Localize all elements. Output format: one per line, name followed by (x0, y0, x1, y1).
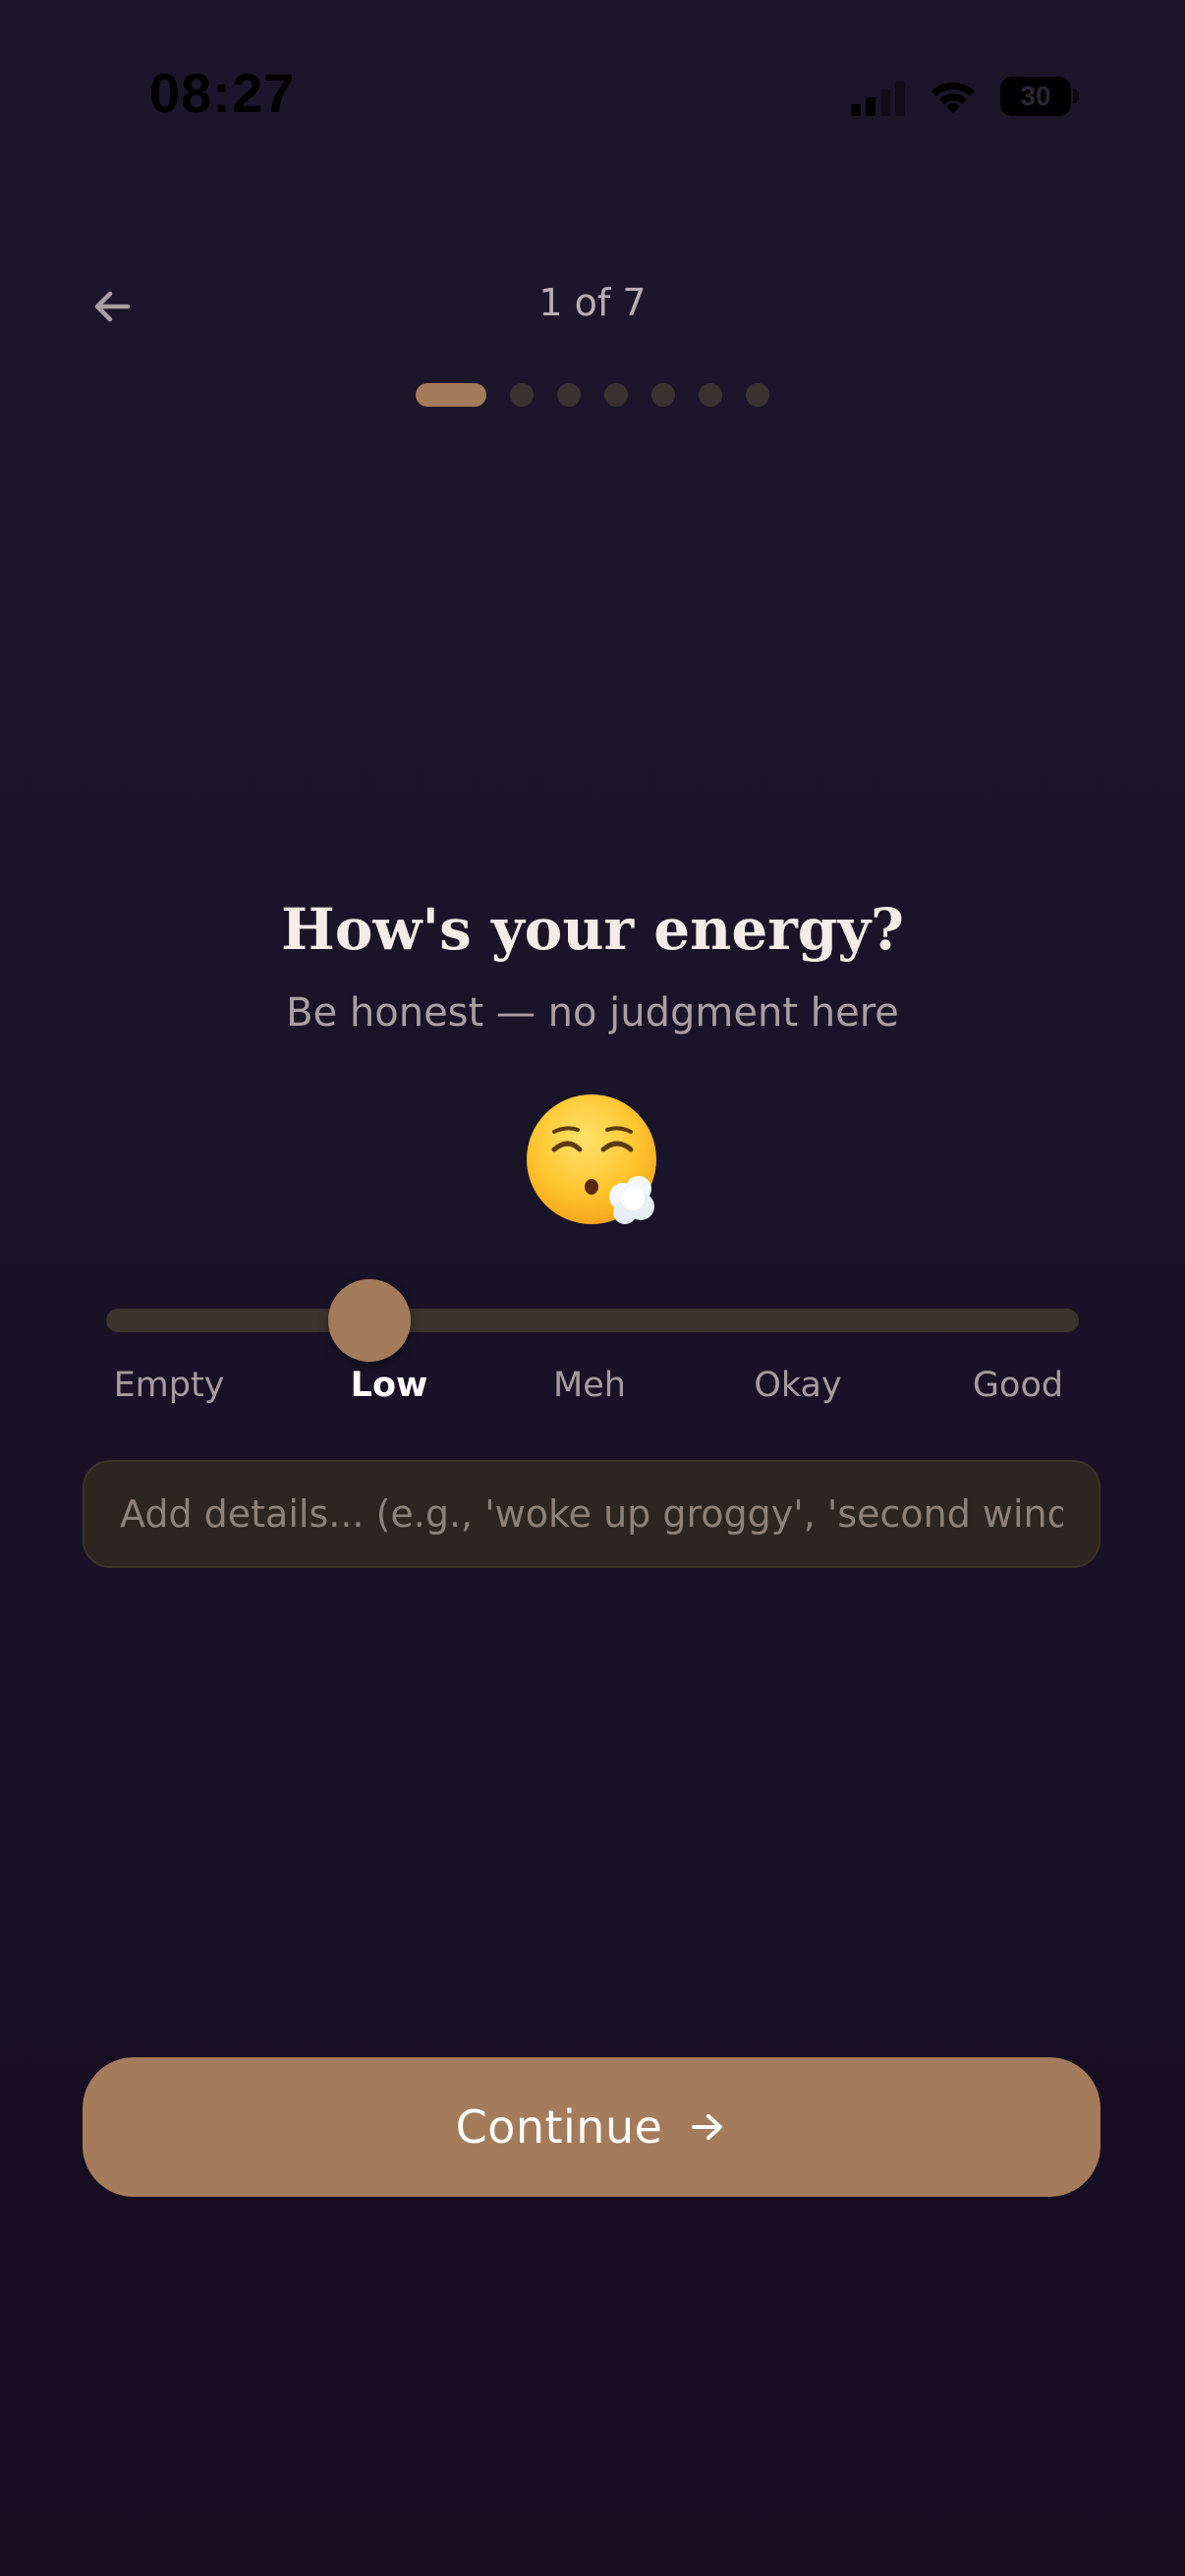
step-progress-indicator (0, 383, 1185, 407)
progress-dot (699, 383, 722, 407)
cellular-signal-icon (851, 82, 905, 116)
progress-dot (510, 383, 534, 407)
continue-label: Continue (455, 2100, 663, 2154)
step-counter: 1 of 7 (538, 281, 647, 324)
progress-dot (604, 383, 628, 407)
progress-dot (651, 383, 675, 407)
status-time: 08:27 (149, 62, 296, 124)
progress-dot-active (416, 383, 486, 407)
question-subtitle: Be honest — no judgment here (286, 990, 899, 1036)
status-bar: 08:27 30 (0, 0, 1185, 187)
energy-option-low[interactable]: Low (351, 1366, 428, 1405)
question-title: How's your energy? (280, 896, 905, 963)
energy-option-good[interactable]: Good (973, 1366, 1063, 1405)
battery-level: 30 (1020, 81, 1051, 111)
progress-dot (746, 383, 769, 407)
energy-slider-track[interactable] (106, 1309, 1079, 1332)
energy-option-okay[interactable]: Okay (754, 1366, 841, 1405)
energy-slider-thumb[interactable] (328, 1279, 411, 1362)
details-input[interactable] (83, 1460, 1100, 1568)
energy-option-empty[interactable]: Empty (114, 1366, 225, 1405)
continue-button[interactable]: Continue (83, 2057, 1100, 2197)
energy-option-meh[interactable]: Meh (553, 1366, 626, 1405)
battery-icon: 30 (1000, 77, 1079, 116)
energy-slider-labels: Empty Low Meh Okay Good (0, 1366, 1185, 1425)
battery-cap (1073, 89, 1079, 103)
exhaling-face-icon (527, 1094, 656, 1224)
wifi-icon (931, 82, 975, 114)
arrow-right-icon (688, 2107, 727, 2147)
progress-dot (557, 383, 581, 407)
